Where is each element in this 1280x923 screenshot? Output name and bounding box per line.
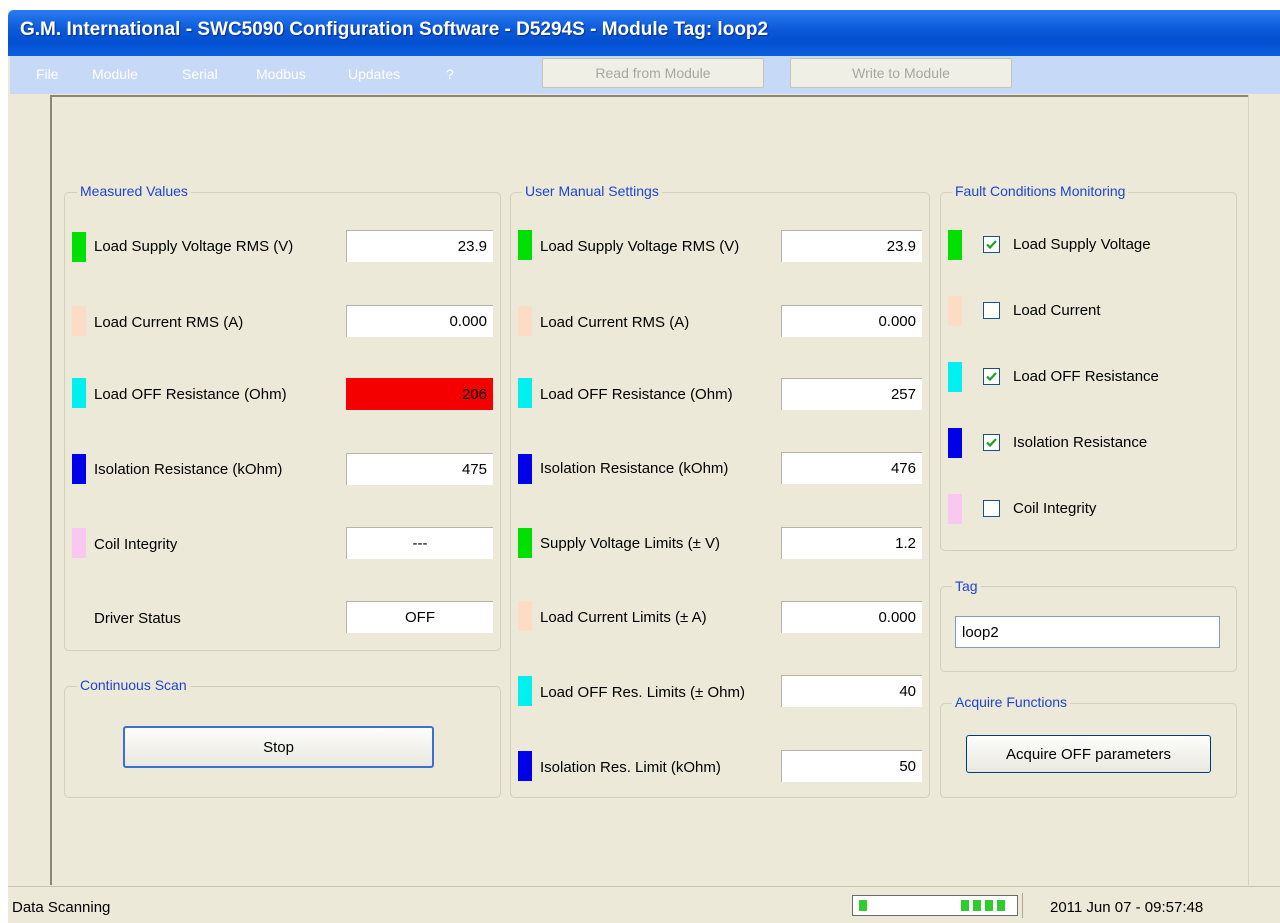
driver-status-label: Driver Status bbox=[94, 610, 181, 627]
measured-off-resistance-swatch bbox=[72, 378, 86, 408]
measured-voltage-swatch bbox=[72, 232, 86, 262]
fault-isolation-label: Isolation Resistance bbox=[1013, 434, 1148, 451]
tag-input[interactable]: loop2 bbox=[955, 616, 1220, 648]
window-title: G.M. International - SWC5090 Configurati… bbox=[20, 19, 769, 40]
measured-voltage-label: Load Supply Voltage RMS (V) bbox=[94, 238, 294, 255]
measured-current-value: 0.000 bbox=[346, 305, 493, 337]
manual-off-res-limits-swatch bbox=[518, 676, 532, 706]
fault-voltage-checkbox[interactable] bbox=[983, 236, 1000, 253]
manual-isolation-label: Isolation Resistance (kOhm) bbox=[540, 460, 729, 477]
tag-title: Tag bbox=[952, 578, 981, 594]
manual-off-resistance-label: Load OFF Resistance (Ohm) bbox=[540, 386, 733, 403]
left-panel bbox=[10, 95, 52, 885]
fault-isolation-checkbox[interactable] bbox=[983, 434, 1000, 451]
fault-off-resistance-swatch bbox=[948, 362, 962, 392]
fault-voltage-swatch bbox=[948, 230, 962, 260]
fault-off-resistance-label: Load OFF Resistance bbox=[1013, 368, 1159, 385]
manual-isolation-limit-label: Isolation Res. Limit (kOhm) bbox=[540, 759, 721, 776]
measured-voltage-value: 23.9 bbox=[346, 230, 493, 262]
acquire-functions-title: Acquire Functions bbox=[952, 694, 1071, 710]
manual-voltage-limits-label: Supply Voltage Limits (± V) bbox=[540, 535, 720, 552]
fault-coil-checkbox[interactable] bbox=[983, 500, 1000, 517]
checkmark-icon bbox=[986, 438, 997, 448]
fault-current-swatch bbox=[948, 296, 962, 326]
status-text: Data Scanning bbox=[12, 899, 111, 916]
stop-button[interactable]: Stop bbox=[123, 726, 434, 768]
checkmark-icon bbox=[986, 372, 997, 382]
manual-current-input[interactable]: 0.000 bbox=[781, 305, 922, 337]
write-to-module-button[interactable]: Write to Module bbox=[790, 58, 1012, 88]
fault-coil-swatch bbox=[948, 494, 962, 524]
menu-file[interactable]: File bbox=[36, 66, 59, 82]
measured-coil-swatch bbox=[72, 528, 86, 558]
manual-voltage-limits-swatch bbox=[518, 528, 532, 558]
measured-isolation-swatch bbox=[72, 454, 86, 484]
measured-isolation-label: Isolation Resistance (kOhm) bbox=[94, 461, 283, 478]
measured-off-resistance-label: Load OFF Resistance (Ohm) bbox=[94, 386, 287, 403]
manual-current-label: Load Current RMS (A) bbox=[540, 314, 690, 331]
measured-isolation-value: 475 bbox=[346, 453, 493, 485]
manual-isolation-limit-input[interactable]: 50 bbox=[781, 750, 922, 782]
manual-off-resistance-swatch bbox=[518, 378, 532, 408]
fault-conditions-title: Fault Conditions Monitoring bbox=[952, 183, 1129, 199]
acquire-off-parameters-button[interactable]: Acquire OFF parameters bbox=[966, 735, 1211, 773]
manual-off-resistance-input[interactable]: 257 bbox=[781, 378, 922, 410]
menu-updates[interactable]: Updates bbox=[348, 66, 400, 82]
menu-serial[interactable]: Serial bbox=[182, 66, 218, 82]
menu-module[interactable]: Module bbox=[92, 66, 138, 82]
manual-voltage-label: Load Supply Voltage RMS (V) bbox=[540, 238, 740, 255]
measured-coil-label: Coil Integrity bbox=[94, 536, 178, 553]
fault-current-label: Load Current bbox=[1013, 302, 1101, 319]
read-from-module-button[interactable]: Read from Module bbox=[542, 58, 764, 88]
fault-isolation-swatch bbox=[948, 428, 962, 458]
manual-voltage-swatch bbox=[518, 230, 532, 260]
fault-off-resistance-checkbox[interactable] bbox=[983, 368, 1000, 385]
right-panel bbox=[1248, 95, 1280, 885]
measured-current-swatch bbox=[72, 306, 86, 336]
menu-modbus[interactable]: Modbus bbox=[256, 66, 306, 82]
user-manual-settings-title: User Manual Settings bbox=[522, 183, 662, 199]
measured-current-label: Load Current RMS (A) bbox=[94, 314, 244, 331]
driver-status-value: OFF bbox=[346, 601, 493, 633]
manual-voltage-limits-input[interactable]: 1.2 bbox=[781, 527, 922, 559]
datetime-text: 2011 Jun 07 - 09:57:48 bbox=[1050, 899, 1204, 916]
continuous-scan-title: Continuous Scan bbox=[77, 677, 190, 693]
manual-isolation-swatch bbox=[518, 454, 532, 484]
manual-current-limits-input[interactable]: 0.000 bbox=[781, 601, 922, 633]
manual-isolation-limit-swatch bbox=[518, 751, 532, 781]
fault-coil-label: Coil Integrity bbox=[1013, 500, 1097, 517]
fault-voltage-label: Load Supply Voltage bbox=[1013, 236, 1151, 253]
measured-off-resistance-value: 206 bbox=[346, 378, 493, 410]
measured-coil-value: --- bbox=[346, 527, 493, 559]
manual-current-limits-swatch bbox=[518, 601, 532, 631]
menu-help[interactable]: ? bbox=[446, 66, 454, 82]
measured-values-title: Measured Values bbox=[77, 183, 191, 199]
user-manual-settings-group bbox=[510, 192, 930, 798]
manual-off-res-limits-input[interactable]: 40 bbox=[781, 675, 922, 707]
manual-current-swatch bbox=[518, 306, 532, 336]
manual-current-limits-label: Load Current Limits (± A) bbox=[540, 609, 707, 626]
manual-voltage-input[interactable]: 23.9 bbox=[781, 230, 922, 262]
scan-activity-indicator bbox=[852, 895, 1018, 916]
fault-current-checkbox[interactable] bbox=[983, 302, 1000, 319]
manual-off-res-limits-label: Load OFF Res. Limits (± Ohm) bbox=[540, 684, 745, 701]
manual-isolation-input[interactable]: 476 bbox=[781, 452, 922, 484]
checkmark-icon bbox=[986, 240, 997, 250]
